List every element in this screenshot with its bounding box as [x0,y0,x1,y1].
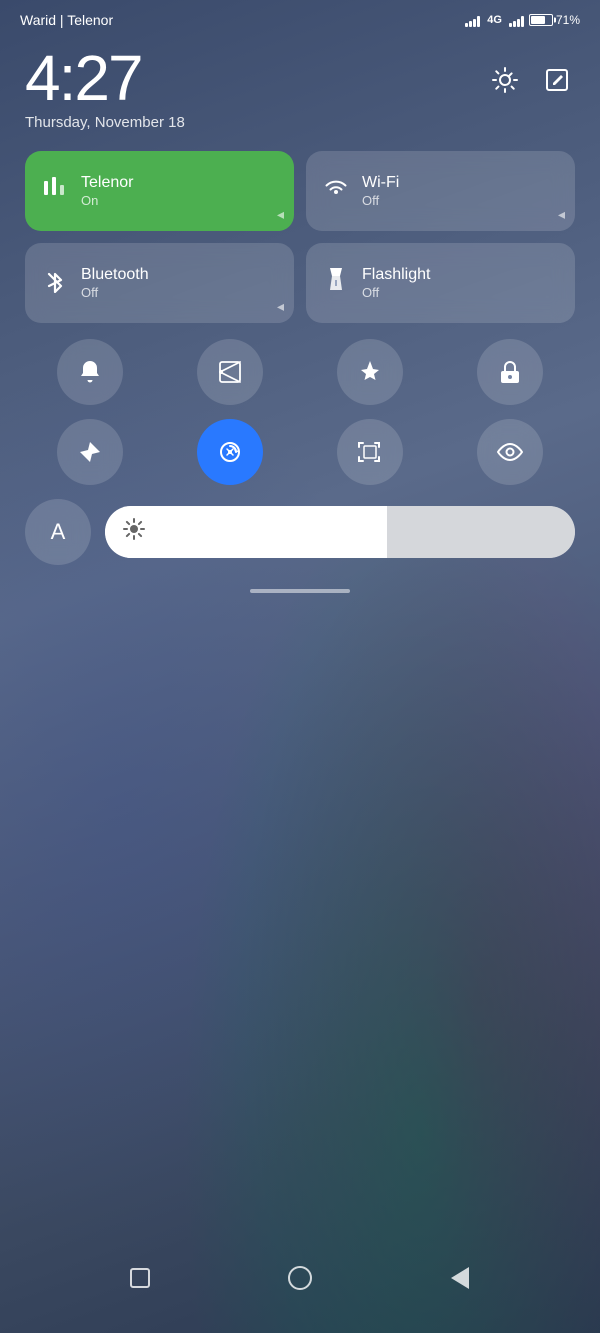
scan-button[interactable] [337,419,403,485]
eye-icon [497,441,523,463]
toggle-bluetooth[interactable]: Bluetooth Off ◂ [25,243,294,323]
telenor-status: On [81,193,133,208]
flashlight-icon [322,266,350,300]
clock-row: 4:27 Thursday, November 18 [25,46,575,131]
home-button[interactable] [285,1263,315,1293]
brightness-fill [105,506,387,558]
settings-button[interactable] [487,62,523,98]
flashlight-name: Flashlight [362,266,430,284]
back-icon [451,1267,469,1289]
quick-actions-row2 [25,419,575,485]
edit-icon [544,67,570,93]
control-panel: 4:27 Thursday, November 18 [0,36,600,690]
recent-apps-button[interactable] [125,1263,155,1293]
font-button[interactable]: A [25,499,91,565]
screenshot-button[interactable] [197,339,263,405]
toggle-flashlight[interactable]: Flashlight Off [306,243,575,323]
flashlight-text: Flashlight Off [362,266,430,300]
scan-icon [357,439,383,465]
rotate-icon [217,439,243,465]
navigation-bar [0,1249,600,1313]
scissors-icon [217,359,243,385]
airplane-button[interactable] [337,339,403,405]
battery-percentage: 71% [556,13,580,27]
location-button[interactable] [57,419,123,485]
autorotate-button[interactable] [197,419,263,485]
signal-icon-1 [465,13,480,27]
wifi-status: Off [362,193,399,208]
wallpaper-area [0,690,600,1333]
quick-actions-row1 [25,339,575,405]
wifi-icon [322,175,350,207]
back-button[interactable] [445,1263,475,1293]
wifi-text: Wi-Fi Off [362,174,399,208]
font-label: A [51,519,66,545]
bluetooth-text: Bluetooth Off [81,266,149,300]
battery-indicator: 71% [529,13,580,27]
toggle-telenor[interactable]: Telenor On ◂ [25,151,294,231]
clock-actions [487,46,575,98]
clock-block: 4:27 Thursday, November 18 [25,46,185,131]
location-icon [78,440,102,464]
edit-button[interactable] [539,62,575,98]
telenor-name: Telenor [81,174,133,192]
brightness-icon [123,518,145,546]
home-bar [250,589,350,593]
brightness-slider[interactable] [105,506,575,558]
telenor-text: Telenor On [81,174,133,208]
notifications-button[interactable] [57,339,123,405]
wifi-corner: ◂ [558,206,565,223]
brightness-empty [387,506,575,558]
clock-time: 4:27 [25,46,185,110]
home-indicator [25,581,575,607]
bell-icon [78,359,102,385]
airplane-icon [357,359,383,385]
toggle-grid: Telenor On ◂ Wi-Fi Off ◂ [25,151,575,323]
toggle-wifi[interactable]: Wi-Fi Off ◂ [306,151,575,231]
status-icons: 4G 71% [465,13,580,27]
recent-apps-icon [130,1268,150,1288]
clock-date: Thursday, November 18 [25,114,185,131]
signal-icon-2 [509,13,524,27]
bluetooth-corner: ◂ [277,298,284,315]
carrier-text: Warid | Telenor [20,12,113,28]
flashlight-status: Off [362,285,430,300]
telenor-corner: ◂ [277,206,284,223]
lock-icon [499,359,521,385]
battery-icon [529,14,553,26]
brightness-row: A [25,499,575,565]
home-icon [288,1266,312,1290]
bluetooth-name: Bluetooth [81,266,149,284]
bluetooth-icon [41,267,69,299]
telenor-icon [41,175,69,207]
network-type: 4G [487,14,502,26]
status-bar: Warid | Telenor 4G [0,0,600,36]
gear-icon [491,66,519,94]
bluetooth-status: Off [81,285,149,300]
eye-comfort-button[interactable] [477,419,543,485]
lock-button[interactable] [477,339,543,405]
wifi-name: Wi-Fi [362,174,399,192]
